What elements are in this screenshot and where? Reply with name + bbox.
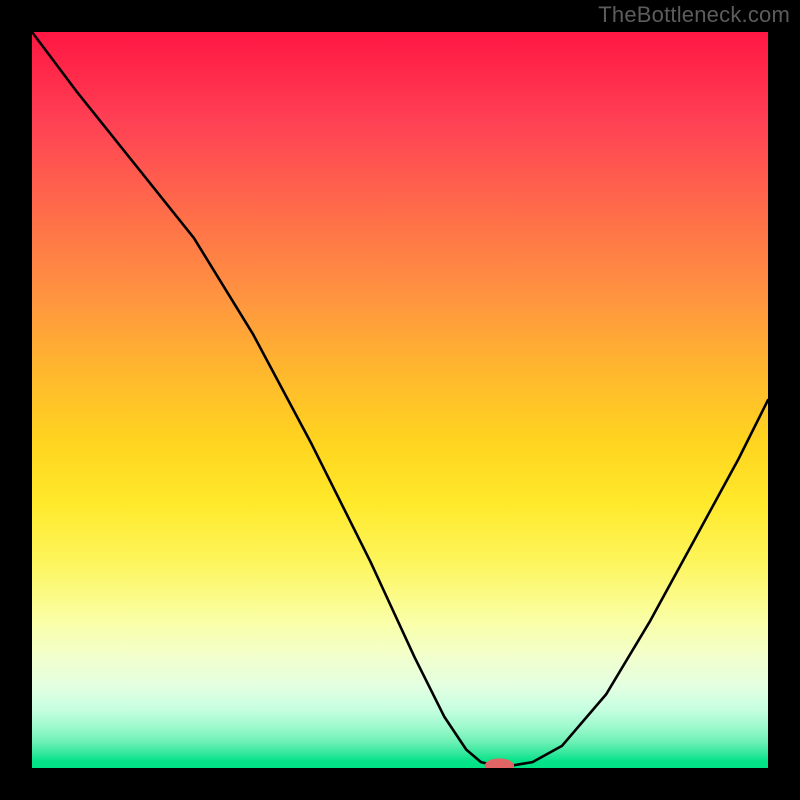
chart-area [32, 32, 768, 768]
bottleneck-chart-svg [32, 32, 768, 768]
minimum-marker [485, 758, 514, 768]
watermark-label: TheBottleneck.com [598, 2, 790, 28]
bottleneck-curve [32, 32, 768, 766]
